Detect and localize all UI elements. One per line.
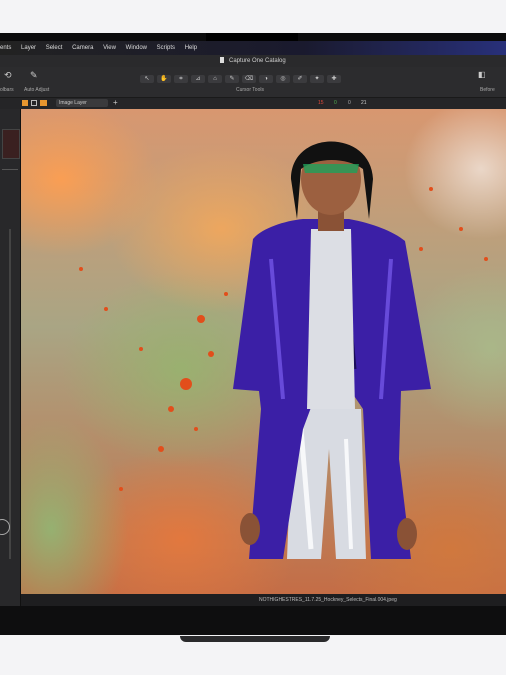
tool-panel: [0, 109, 21, 606]
count-green: 0: [334, 100, 337, 106]
compare-view-icon[interactable]: [40, 100, 47, 106]
menu-item-segments[interactable]: ents: [0, 45, 11, 51]
cursor-tools-strip: ↖ ✋ ⌗ ⊿ ⌂ ✎ ⌫ ◑ ◎ ✐ ✦ ✚: [140, 75, 360, 85]
picker-tool-icon[interactable]: ✐: [293, 75, 307, 83]
brush-tool-icon[interactable]: ✎: [225, 75, 239, 83]
menu-item-layer[interactable]: Layer: [21, 45, 36, 51]
eraser-tool-icon[interactable]: ⌫: [242, 75, 256, 83]
cursor-tools-label: Cursor Tools: [236, 87, 264, 93]
menu-item-select[interactable]: Select: [46, 45, 63, 51]
window-titlebar: Capture One Catalog: [0, 55, 506, 67]
heal-tool-icon[interactable]: ✚: [327, 75, 341, 83]
gradient-tool-icon[interactable]: ◑: [259, 75, 273, 83]
panel-divider: [2, 169, 18, 170]
single-view-icon[interactable]: [31, 100, 37, 106]
photo-model: [79, 141, 488, 559]
menu-bar: ents Layer Select Camera View Window Scr…: [0, 41, 506, 55]
before-after-icon[interactable]: ◧: [478, 70, 486, 79]
before-label: Before: [480, 87, 495, 93]
histogram-thumb: [2, 129, 20, 159]
count-red: 15: [318, 100, 324, 106]
auto-adjust-icon[interactable]: ✎: [30, 70, 38, 81]
radial-tool-icon[interactable]: ◎: [276, 75, 290, 83]
keystone-tool-icon[interactable]: ⌂: [208, 75, 222, 83]
menu-item-scripts[interactable]: Scripts: [157, 45, 175, 51]
add-layer-icon[interactable]: +: [113, 98, 118, 107]
status-bar: NOTHIGHESTRES_11.7.25_Hockney_Selects_Fi…: [21, 594, 506, 606]
menu-item-view[interactable]: View: [103, 45, 116, 51]
screen: ents Layer Select Camera View Window Scr…: [0, 41, 506, 606]
main-toolbar: ⟲ ✎ olbars Auto Adjust ↖ ✋ ⌗ ⊿ ⌂ ✎ ⌫ ◑ ◎…: [0, 67, 506, 98]
document-icon: [220, 57, 225, 64]
panel-scrollbar[interactable]: [9, 229, 11, 559]
hand-tool-icon[interactable]: ✋: [157, 75, 171, 83]
status-filename: NOTHIGHESTRES_11.7.25_Hockney_Selects_Fi…: [259, 597, 397, 603]
count-gray: 0: [348, 100, 351, 106]
grid-view-icon[interactable]: [22, 100, 28, 106]
count-total: 21: [361, 100, 367, 106]
laptop-base: [0, 606, 506, 642]
crop-tool-icon[interactable]: ⌗: [174, 75, 188, 83]
laptop-frame: ents Layer Select Camera View Window Scr…: [0, 33, 506, 642]
layer-bar: Image Layer + 15 0 0 21: [0, 98, 506, 109]
laptop-hinge: [180, 636, 330, 642]
layer-select-value: Image Layer: [59, 100, 87, 106]
menu-item-window[interactable]: Window: [126, 45, 147, 51]
pan-tool-icon[interactable]: ↖: [140, 75, 154, 83]
layer-select[interactable]: Image Layer: [56, 99, 108, 107]
auto-adjust-label: Auto Adjust: [24, 87, 50, 93]
menu-item-camera[interactable]: Camera: [72, 45, 93, 51]
straighten-tool-icon[interactable]: ⊿: [191, 75, 205, 83]
toolbars-icon[interactable]: ⟲: [4, 70, 12, 81]
toolbars-label: olbars: [0, 87, 14, 93]
window-title: Capture One Catalog: [228, 58, 286, 64]
menu-item-help[interactable]: Help: [185, 45, 197, 51]
image-viewer[interactable]: [21, 109, 506, 594]
clone-tool-icon[interactable]: ✦: [310, 75, 324, 83]
